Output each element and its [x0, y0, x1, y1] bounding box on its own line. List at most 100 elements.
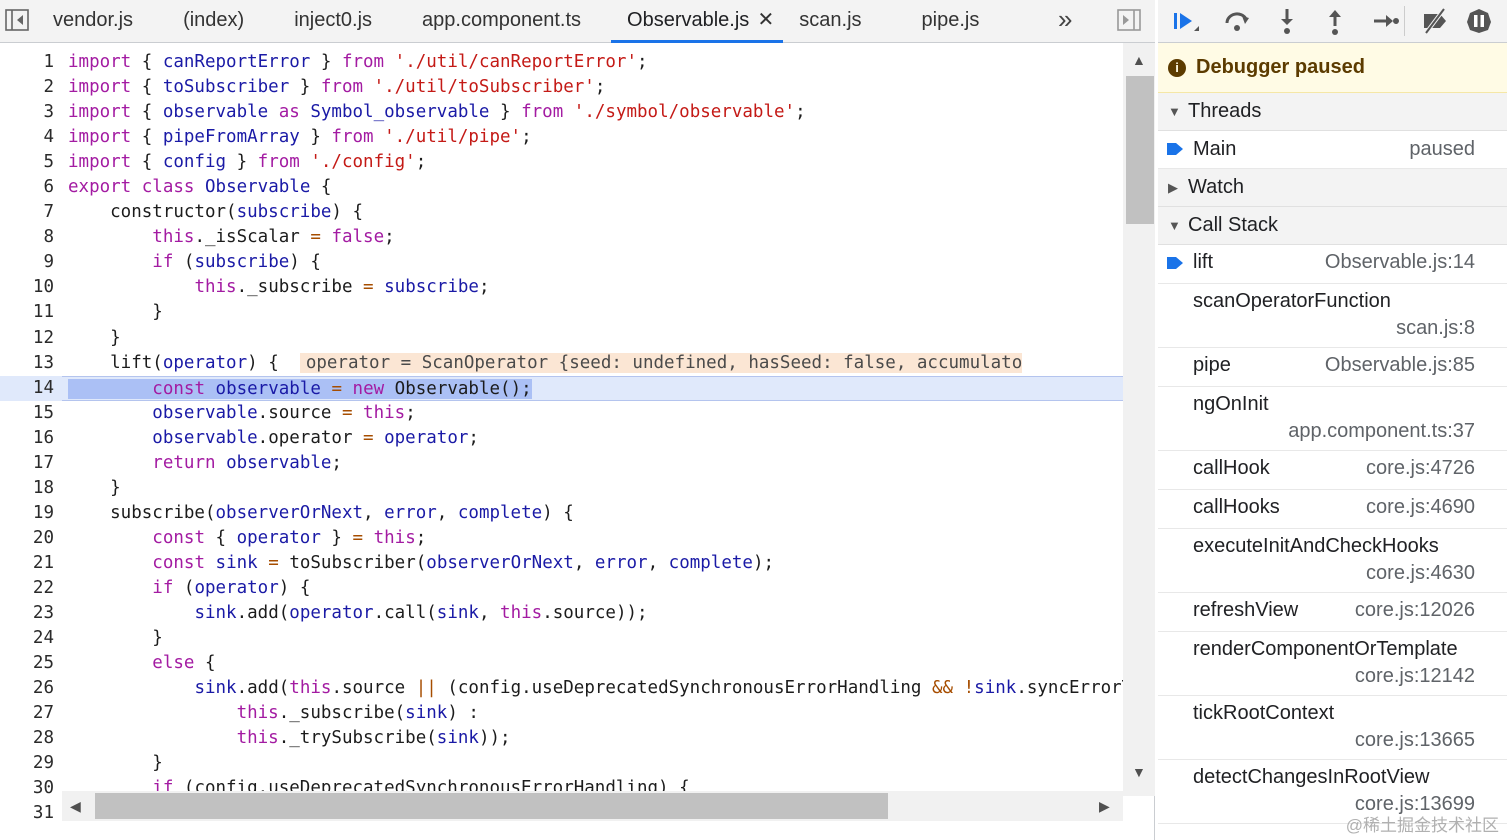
line-number[interactable]: 16	[0, 426, 62, 451]
info-icon: i	[1168, 58, 1186, 77]
frame-location: scan.js:8	[1396, 317, 1475, 339]
section-title: Call Stack	[1188, 214, 1279, 236]
line-number[interactable]: 6	[0, 175, 62, 200]
line-number[interactable]: 1	[0, 50, 62, 75]
line-number[interactable]: 3	[0, 100, 62, 125]
line-number-gutter[interactable]: 1 2 3 4 5 6 7 8 9 10 11 12 13 14 15 16 17 18 19 20 21 22 23 24 2…	[0, 50, 62, 828]
frame-function: renderComponentOrTemplate	[1193, 638, 1458, 660]
current-frame-arrow-icon	[1167, 257, 1183, 269]
current-execution-line: const observable = new Observable();	[62, 375, 1123, 401]
line-number[interactable]: 23	[0, 601, 62, 626]
line-number[interactable]: 28	[0, 726, 62, 751]
line-number[interactable]: 21	[0, 551, 62, 576]
frame-function: refreshView	[1193, 599, 1299, 621]
line-number[interactable]: 31	[0, 801, 62, 826]
call-frame[interactable]: callHook core.js:4726	[1158, 451, 1507, 490]
deactivate-breakpoints-icon[interactable]	[1420, 6, 1450, 36]
line-number[interactable]: 17	[0, 451, 62, 476]
close-icon[interactable]: ✕	[758, 0, 775, 40]
line-number[interactable]: 2	[0, 75, 62, 100]
expanded-triangle-icon: ▼	[1168, 218, 1181, 233]
step-icon[interactable]	[1370, 6, 1400, 36]
vertical-scroll-thumb[interactable]	[1126, 76, 1154, 224]
line-number[interactable]: 11	[0, 300, 62, 325]
line-number[interactable]: 7	[0, 200, 62, 225]
line-number[interactable]: 20	[0, 526, 62, 551]
frame-location: core.js:4726	[1366, 457, 1475, 479]
line-number[interactable]: 12	[0, 326, 62, 351]
line-number[interactable]: 9	[0, 250, 62, 275]
line-number[interactable]: 30	[0, 776, 62, 801]
call-frame[interactable]: tickRootContext core.js:13665	[1158, 696, 1507, 760]
scroll-up-icon[interactable]: ▲	[1132, 52, 1146, 68]
tab-inject0-js[interactable]: inject0.js	[274, 0, 402, 43]
debugger-toolbar	[1158, 0, 1507, 43]
frame-function: pipe	[1193, 354, 1231, 376]
frame-location: Observable.js:14	[1324, 251, 1475, 273]
call-frame[interactable]: ngOnInit app.component.ts:37	[1158, 387, 1507, 451]
source-editor: vendor.js (index) inject0.js app.compone…	[0, 0, 1155, 840]
watch-section-header[interactable]: ▶ Watch	[1158, 169, 1507, 207]
line-number[interactable]: 24	[0, 626, 62, 651]
call-frame[interactable]: scanOperatorFunction scan.js:8	[1158, 284, 1507, 348]
frame-function: tickRootContext	[1193, 702, 1335, 724]
frame-location: core.js:4630	[1366, 562, 1475, 584]
debugger-paused-banner: i Debugger paused	[1158, 43, 1507, 93]
line-number[interactable]: 5	[0, 150, 62, 175]
call-frame[interactable]: refreshView core.js:12026	[1158, 593, 1507, 632]
resume-icon[interactable]	[1170, 6, 1200, 36]
tab-vendor-js[interactable]: vendor.js	[33, 0, 163, 43]
call-frame[interactable]: pipe Observable.js:85	[1158, 348, 1507, 387]
step-into-icon[interactable]	[1272, 6, 1302, 36]
thread-status: paused	[1409, 138, 1475, 160]
step-out-icon[interactable]	[1320, 6, 1350, 36]
line-number[interactable]: 27	[0, 701, 62, 726]
line-number[interactable]: 4	[0, 125, 62, 150]
line-number[interactable]: 25	[0, 651, 62, 676]
horizontal-scroll-thumb[interactable]	[95, 793, 888, 819]
editor-tab-bar: vendor.js (index) inject0.js app.compone…	[0, 0, 1155, 43]
call-frame[interactable]: executeInitAndCheckHooks core.js:4630	[1158, 529, 1507, 593]
call-frame[interactable]: lift Observable.js:14	[1158, 245, 1507, 284]
code-area[interactable]: import { canReportError } from './util/c…	[62, 50, 1123, 791]
line-number[interactable]: 8	[0, 225, 62, 250]
tab-index[interactable]: (index)	[163, 0, 274, 43]
threads-section-header[interactable]: ▼ Threads	[1158, 93, 1507, 131]
frame-location: core.js:12142	[1354, 665, 1475, 687]
navigator-toggle-icon[interactable]	[4, 8, 30, 32]
call-stack-section-header[interactable]: ▼ Call Stack	[1158, 207, 1507, 245]
frame-function: ngOnInit	[1193, 393, 1269, 415]
line-number[interactable]: 19	[0, 501, 62, 526]
tab-app-component-ts[interactable]: app.component.ts	[402, 0, 611, 43]
tab-list: vendor.js (index) inject0.js app.compone…	[33, 0, 999, 43]
scroll-right-icon[interactable]: ▶	[1099, 798, 1110, 815]
line-number[interactable]: 26	[0, 676, 62, 701]
thread-row[interactable]: Main paused	[1158, 131, 1507, 169]
line-number[interactable]: 15	[0, 401, 62, 426]
line-number[interactable]: 22	[0, 576, 62, 601]
scroll-left-icon[interactable]: ◀	[70, 798, 81, 815]
line-number[interactable]: 14	[0, 375, 62, 401]
more-tabs-icon[interactable]: »	[1058, 4, 1072, 35]
frame-function: callHook	[1193, 457, 1270, 479]
inline-value-preview: operator = ScanOperator {seed: undefined…	[299, 352, 1023, 373]
tab-pipe-js[interactable]: pipe.js	[902, 0, 1000, 43]
line-number[interactable]: 18	[0, 476, 62, 501]
tab-observable-js[interactable]: Observable.js ✕	[611, 0, 784, 43]
current-thread-arrow-icon	[1167, 143, 1183, 155]
line-number[interactable]: 10	[0, 275, 62, 300]
tab-scan-js[interactable]: scan.js	[783, 0, 901, 43]
watermark: @稀土掘金技术社区	[1345, 816, 1499, 835]
step-over-icon[interactable]	[1222, 6, 1252, 36]
call-frame[interactable]: renderComponentOrTemplate core.js:12142	[1158, 632, 1507, 696]
expanded-triangle-icon: ▼	[1168, 104, 1181, 119]
frame-function: scanOperatorFunction	[1193, 290, 1391, 312]
frame-function: lift	[1193, 251, 1213, 273]
debugger-toggle-icon[interactable]	[1116, 8, 1142, 32]
line-number[interactable]: 29	[0, 751, 62, 776]
pause-on-exceptions-icon[interactable]	[1464, 6, 1494, 36]
call-frame[interactable]: callHooks core.js:4690	[1158, 490, 1507, 529]
frame-location: core.js:13665	[1354, 729, 1475, 751]
scroll-down-icon[interactable]: ▼	[1132, 764, 1146, 780]
line-number[interactable]: 13	[0, 351, 62, 376]
